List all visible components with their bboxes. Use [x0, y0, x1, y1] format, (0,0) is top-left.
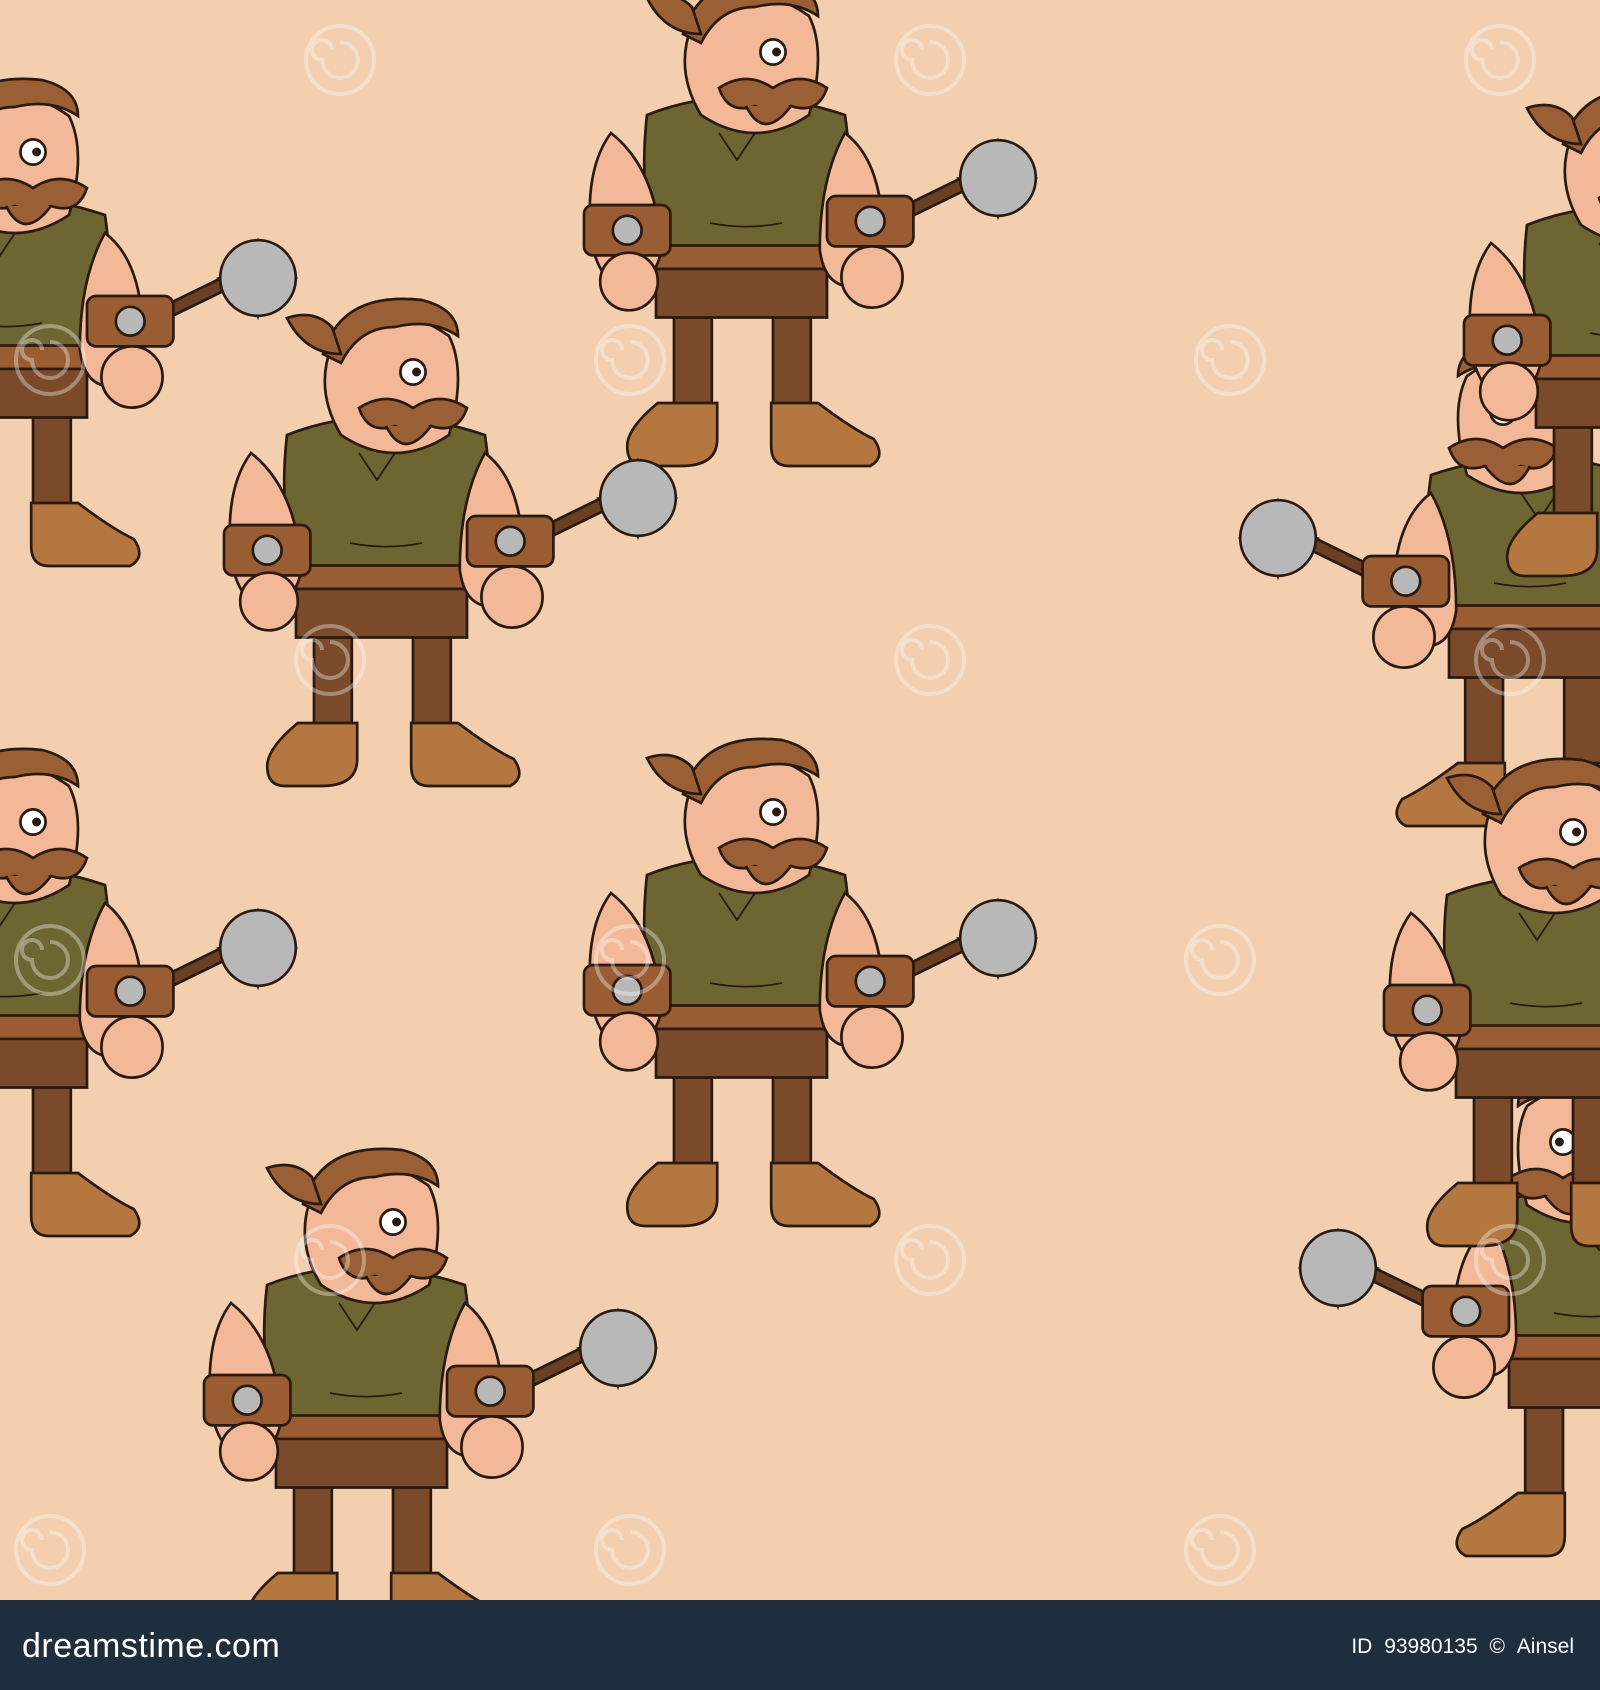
image-id-credit: ID 93980135 © Ainsel — [1351, 1635, 1574, 1659]
id-value: 93980135 — [1384, 1635, 1478, 1658]
stock-image: dreamstime.com ID 93980135 © Ainsel — [0, 0, 1600, 1690]
barbarian-pattern — [0, 0, 1600, 1600]
brand-logo-text[interactable]: dreamstime.com — [22, 1627, 280, 1666]
stock-footer-bar: dreamstime.com ID 93980135 © Ainsel — [0, 1600, 1600, 1690]
id-label: ID — [1351, 1635, 1373, 1658]
copyright-symbol: © — [1489, 1635, 1505, 1658]
author-name[interactable]: Ainsel — [1517, 1635, 1574, 1658]
